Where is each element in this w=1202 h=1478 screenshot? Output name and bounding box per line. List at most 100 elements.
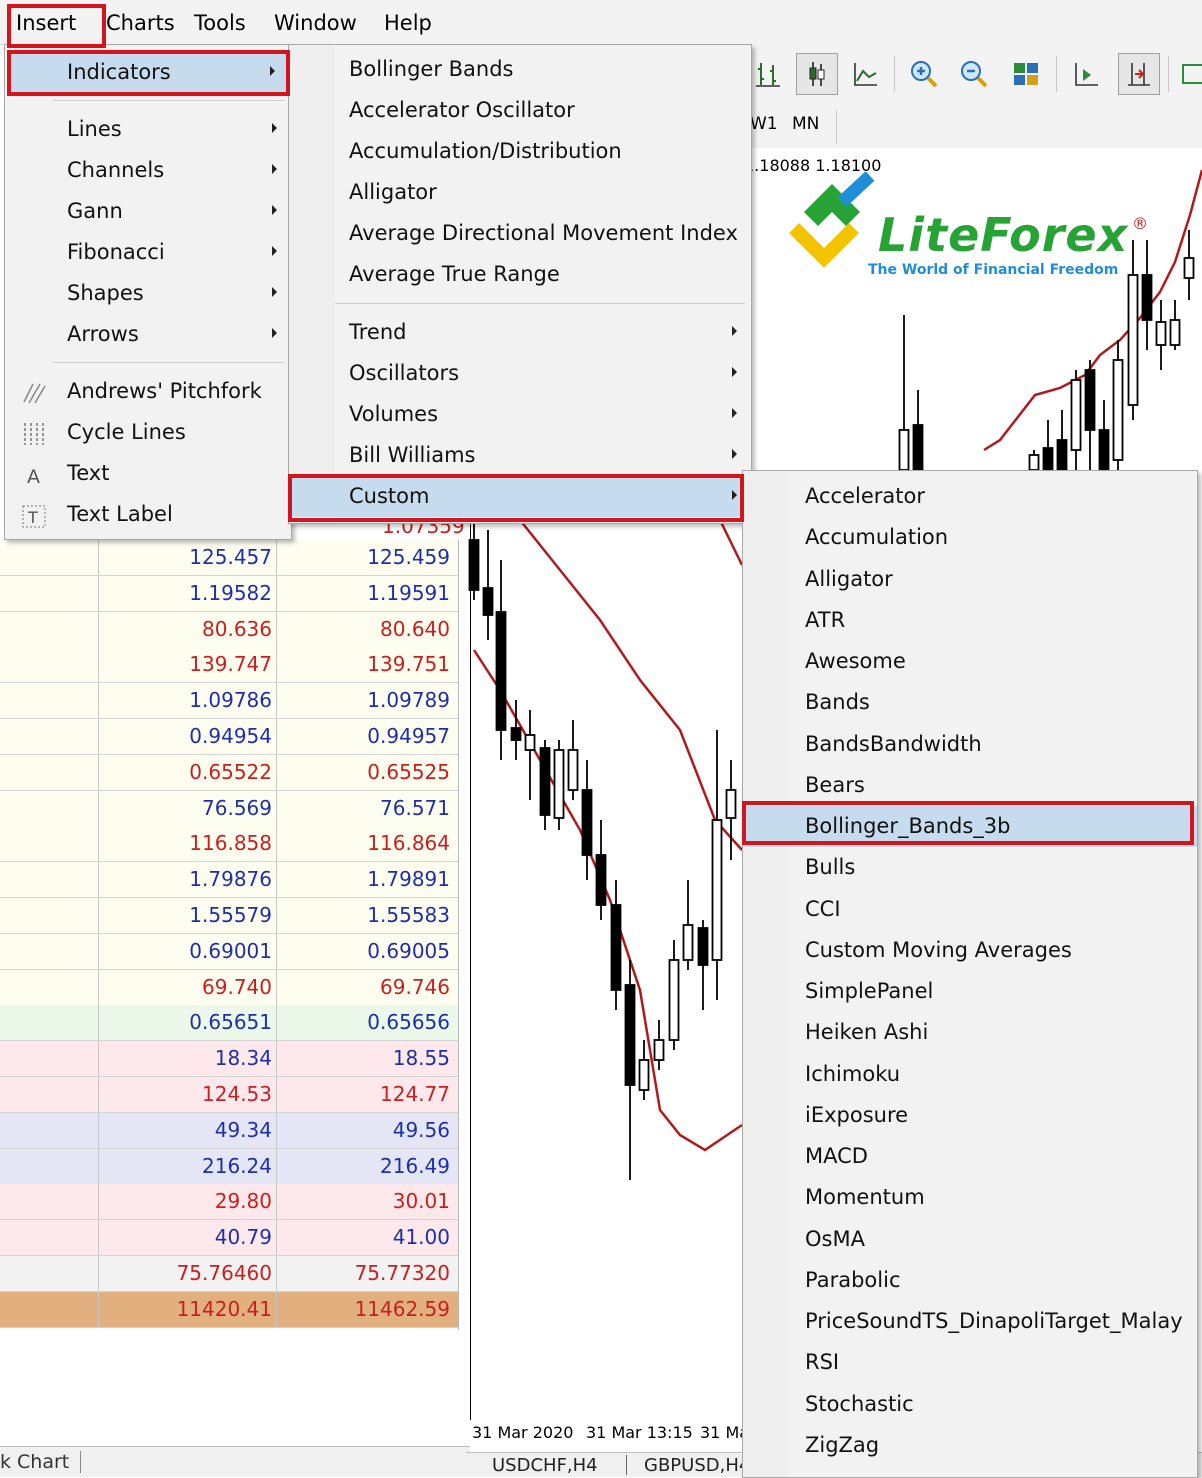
insert-menu-item-gann[interactable]: Gann <box>5 192 291 232</box>
market-watch-row[interactable]: 29.80 30.01 <box>0 1184 458 1221</box>
indicators-menu-item-trend[interactable]: Trend <box>289 313 751 353</box>
insert-menu-item-text-label[interactable]: Text Label T <box>5 495 291 535</box>
menu-item-label: Stochastic <box>805 1391 914 1416</box>
market-watch-row[interactable]: 0.69001 0.69005 <box>0 933 458 970</box>
custom-menu-item-accelerator[interactable]: Accelerator <box>743 476 1197 517</box>
custom-menu-item-bandsbandwidth[interactable]: BandsBandwidth <box>743 724 1197 765</box>
timeframe-w1[interactable]: W1 <box>750 114 778 134</box>
market-watch-row[interactable]: 125.457 125.459 <box>0 540 458 576</box>
chart-tab-gbpusd-h4[interactable]: GBPUSD,H4 <box>644 1455 750 1476</box>
candle <box>553 749 565 819</box>
insert-menu-item-fibonacci[interactable]: Fibonacci <box>5 233 291 273</box>
custom-menu-item-momentum[interactable]: Momentum <box>743 1177 1197 1218</box>
custom-menu-item-bears[interactable]: Bears <box>743 765 1197 806</box>
ask-price: 80.640 <box>380 616 450 641</box>
menu-tools[interactable]: Tools <box>186 6 254 40</box>
chart-shift-icon[interactable] <box>1118 53 1160 95</box>
zoom-in-icon[interactable] <box>904 54 944 94</box>
custom-menu-item-cci[interactable]: CCI <box>743 889 1197 930</box>
bid-price: 1.19582 <box>189 580 272 605</box>
menu-charts[interactable]: Charts <box>98 6 183 40</box>
custom-menu-item-osma[interactable]: OsMA <box>743 1219 1197 1260</box>
custom-menu-item-alligator[interactable]: Alligator <box>743 559 1197 600</box>
candle <box>1028 454 1040 471</box>
custom-menu-item-pricesoundts-dinapolitarget-malay[interactable]: PriceSoundTS_DinapoliTarget_Malay <box>743 1301 1197 1342</box>
ask-price: 0.65656 <box>367 1010 450 1035</box>
insert-menu-item-lines[interactable]: Lines <box>5 110 291 150</box>
custom-menu-item-stochastic[interactable]: Stochastic <box>743 1384 1197 1425</box>
timeframe-mn[interactable]: MN <box>792 114 819 134</box>
market-watch-row[interactable]: 1.55579 1.55583 <box>0 898 458 934</box>
candle <box>653 1039 665 1061</box>
indicators-menu-item-average-directional-movement-index[interactable]: Average Directional Movement Index <box>289 214 751 254</box>
custom-menu-item-accumulation[interactable]: Accumulation <box>743 517 1197 558</box>
custom-menu-item-ichimoku[interactable]: Ichimoku <box>743 1054 1197 1095</box>
market-watch-row[interactable]: 216.24 216.49 <box>0 1148 458 1185</box>
custom-menu-item-parabolic[interactable]: Parabolic <box>743 1260 1197 1301</box>
custom-menu-item-zigzag[interactable]: ZigZag <box>743 1425 1197 1466</box>
market-watch-row[interactable]: 124.53 124.77 <box>0 1077 458 1113</box>
custom-menu-item-awesome[interactable]: Awesome <box>743 641 1197 682</box>
market-watch-row[interactable]: 18.34 18.55 <box>0 1041 458 1078</box>
custom-menu-item-bulls[interactable]: Bulls <box>743 847 1197 888</box>
bar-chart-icon[interactable] <box>748 54 788 94</box>
chart-toolbar <box>744 44 1202 107</box>
insert-menu-item-shapes[interactable]: Shapes <box>5 274 291 314</box>
market-watch-row[interactable]: 40.79 41.00 <box>0 1220 458 1257</box>
market-watch-row[interactable]: 1.09786 1.09789 <box>0 683 458 720</box>
ask-price: 41.00 <box>392 1225 450 1250</box>
chart-tab-usdchf-h4[interactable]: USDCHF,H4 <box>492 1455 598 1476</box>
insert-menu-item-arrows[interactable]: Arrows <box>5 315 291 355</box>
market-watch-row[interactable]: 0.65522 0.65525 <box>0 754 458 791</box>
market-watch-row[interactable]: 75.76460 75.77320 <box>0 1256 458 1292</box>
insert-menu-item-cycle-lines[interactable]: Cycle Lines <box>5 413 291 453</box>
candlestick-chart-icon[interactable] <box>796 53 838 95</box>
bid-price: 1.79876 <box>189 867 272 892</box>
market-watch-row[interactable]: 76.569 76.571 <box>0 790 458 827</box>
market-watch-row[interactable]: 0.65651 0.65656 <box>0 1005 458 1042</box>
menu-item-label: Average True Range <box>349 262 560 286</box>
x-axis-label: 31 Mar 13:15 <box>586 1423 693 1442</box>
line-chart-icon[interactable] <box>846 54 886 94</box>
market-watch-row[interactable]: 139.747 139.751 <box>0 647 458 684</box>
insert-menu-item-text[interactable]: Text A <box>5 454 291 494</box>
custom-menu-item-iexposure[interactable]: iExposure <box>743 1095 1197 1136</box>
custom-menu-item-atr[interactable]: ATR <box>743 600 1197 641</box>
indicators-menu-item-average-true-range[interactable]: Average True Range <box>289 255 751 295</box>
menu-item-label: Text Label <box>67 502 173 526</box>
market-watch-row[interactable]: 80.636 80.640 <box>0 611 458 648</box>
market-watch-row[interactable]: 11420.41 11462.59 <box>0 1291 458 1328</box>
expert-icon[interactable] <box>1174 54 1202 94</box>
insert-menu-item-andrews-pitchfork[interactable]: Andrews' Pitchfork <box>5 372 291 412</box>
market-watch-row[interactable]: 1.79876 1.79891 <box>0 862 458 899</box>
custom-menu-item-bands[interactable]: Bands <box>743 682 1197 723</box>
market-watch-row[interactable]: 69.740 69.746 <box>0 969 458 1006</box>
menu-item-label: Arrows <box>67 322 139 346</box>
custom-menu-item-custom-moving-averages[interactable]: Custom Moving Averages <box>743 930 1197 971</box>
auto-scroll-icon[interactable] <box>1066 54 1106 94</box>
market-watch-row[interactable]: 49.34 49.56 <box>0 1112 458 1149</box>
symbol-cell <box>0 1077 99 1112</box>
custom-menu-item-simplepanel[interactable]: SimplePanel <box>743 971 1197 1012</box>
tile-windows-icon[interactable] <box>1006 54 1046 94</box>
custom-menu-item-macd[interactable]: MACD <box>743 1136 1197 1177</box>
indicators-menu-item-alligator[interactable]: Alligator <box>289 173 751 213</box>
indicators-menu-item-accumulation-distribution[interactable]: Accumulation/Distribution <box>289 132 751 172</box>
market-watch-row[interactable]: 0.94954 0.94957 <box>0 719 458 755</box>
custom-menu-item-rsi[interactable]: RSI <box>743 1342 1197 1383</box>
bottom-tab-strip: k Chart <box>0 1446 470 1477</box>
market-watch-row[interactable]: 1.19582 1.19591 <box>0 575 458 612</box>
zoom-out-icon[interactable] <box>954 54 994 94</box>
menu-item-label: Text <box>67 461 110 485</box>
tick-chart-tab[interactable]: k Chart <box>0 1451 69 1473</box>
menu-window[interactable]: Window <box>266 6 365 40</box>
indicators-menu-item-volumes[interactable]: Volumes <box>289 395 751 435</box>
market-watch-row[interactable]: 116.858 116.864 <box>0 826 458 863</box>
indicators-menu-item-bill-williams[interactable]: Bill Williams <box>289 436 751 476</box>
indicators-menu-item-accelerator-oscillator[interactable]: Accelerator Oscillator <box>289 91 751 131</box>
insert-menu-item-channels[interactable]: Channels <box>5 151 291 191</box>
menu-help[interactable]: Help <box>376 6 440 40</box>
indicators-menu-item-oscillators[interactable]: Oscillators <box>289 354 751 394</box>
custom-menu-item-heiken-ashi[interactable]: Heiken Ashi <box>743 1012 1197 1053</box>
indicators-menu-item-bollinger-bands[interactable]: Bollinger Bands <box>289 50 751 90</box>
